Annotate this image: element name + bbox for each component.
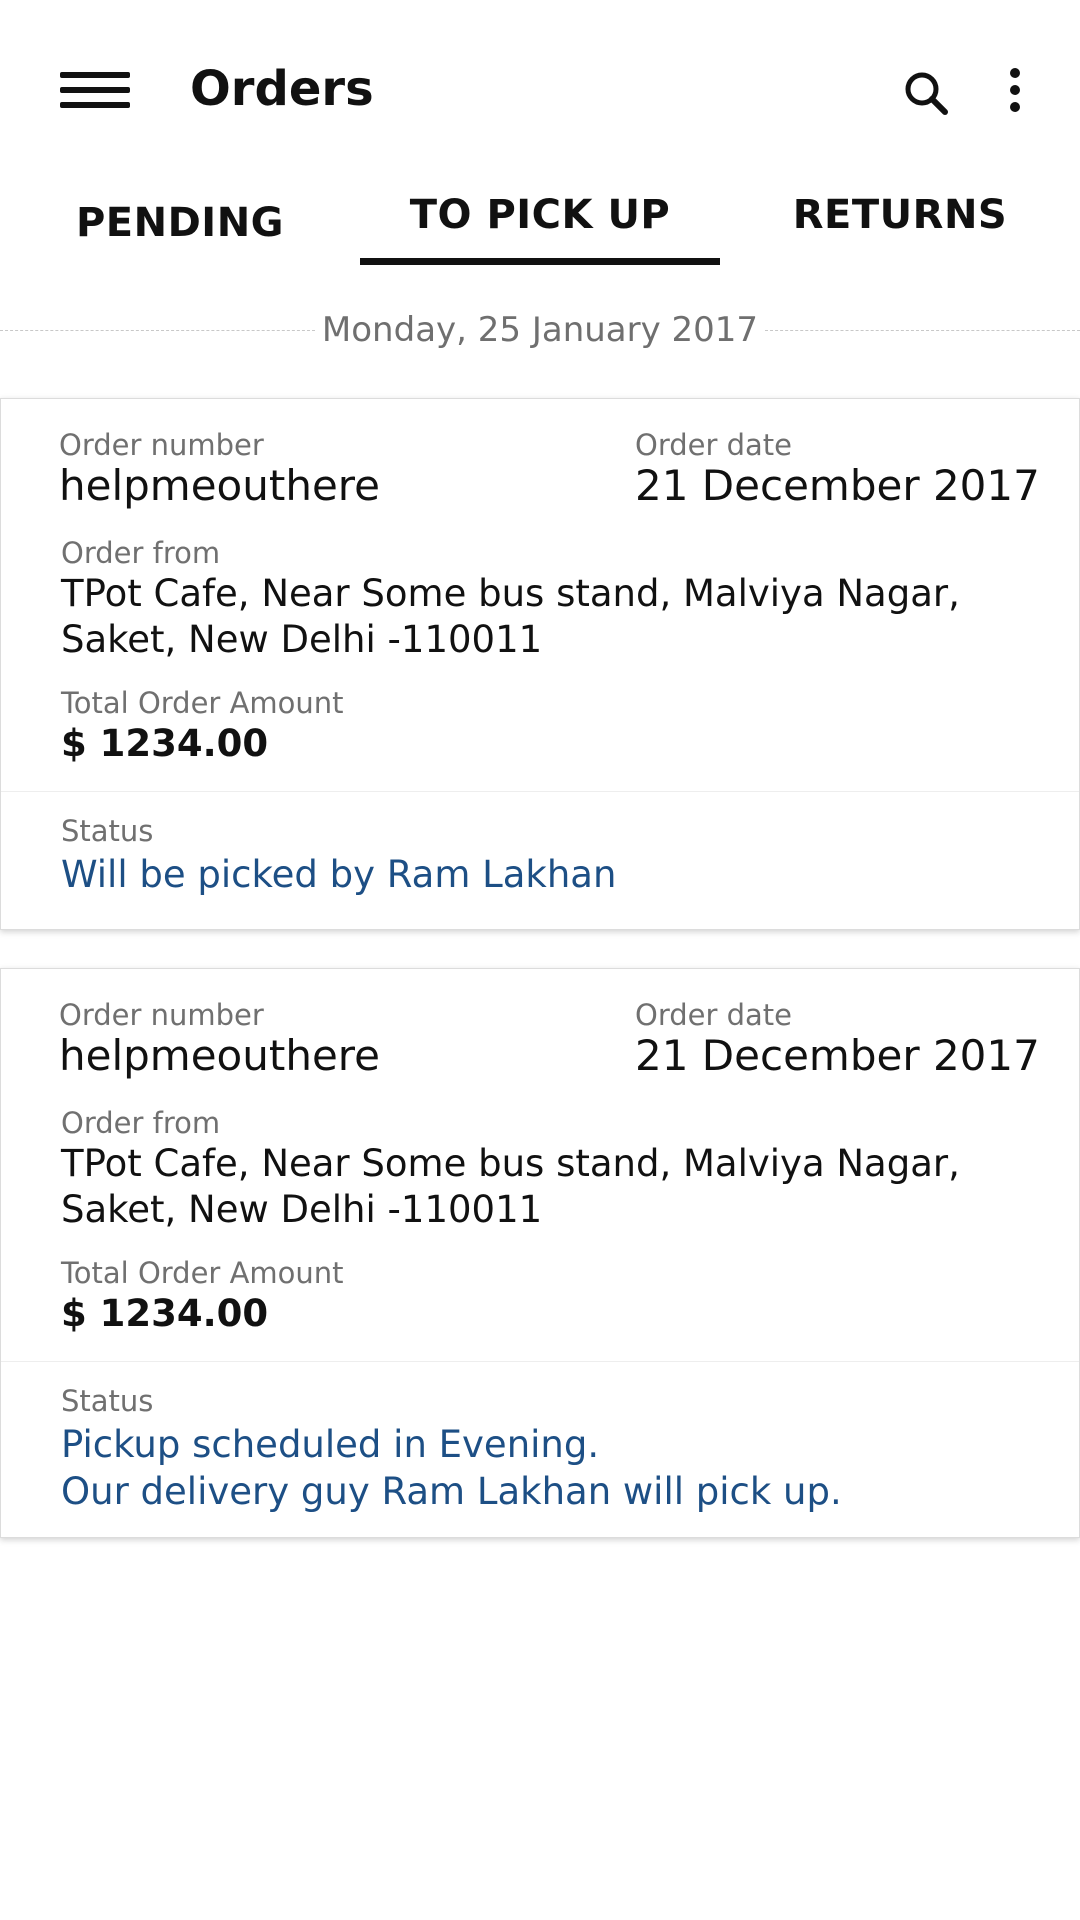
date-group-header: Monday, 25 January 2017	[0, 300, 1080, 360]
tab-pending[interactable]: PENDING	[0, 188, 360, 278]
order-from-label: Order from	[61, 1106, 221, 1140]
order-number-label: Order number	[59, 428, 264, 462]
order-from-address-line1: TPot Cafe, Near Some bus stand, Malviya …	[61, 1142, 960, 1185]
status-label: Status	[61, 1384, 154, 1418]
order-from-address-line2: Saket, New Delhi -110011	[61, 1188, 543, 1231]
status-value: Will be picked by Ram Lakhan	[61, 853, 617, 896]
search-icon[interactable]	[895, 62, 959, 126]
divider-line	[0, 330, 315, 331]
total-amount-value: $ 1234.00	[61, 722, 269, 765]
order-card[interactable]: Order number helpmeouthere Order date 21…	[0, 968, 1080, 1538]
date-group-label: Monday, 25 January 2017	[321, 310, 759, 350]
order-date-value: 21 December 2017	[635, 1031, 1040, 1080]
order-from-label: Order from	[61, 536, 221, 570]
order-number-value: helpmeouthere	[59, 461, 380, 510]
menu-icon-bar	[60, 102, 130, 108]
order-number-value: helpmeouthere	[59, 1031, 380, 1080]
card-divider	[1, 1361, 1079, 1362]
order-number-label: Order number	[59, 998, 264, 1032]
more-vertical-icon[interactable]	[990, 62, 1040, 126]
order-date-value: 21 December 2017	[635, 461, 1040, 510]
menu-icon[interactable]	[48, 60, 144, 120]
tab-returns[interactable]: RETURNS	[720, 180, 1080, 270]
page-title: Orders	[190, 61, 374, 117]
status-value-line1: Pickup scheduled in Evening.	[61, 1423, 600, 1466]
order-tabs: PENDING TO PICK UP RETURNS	[0, 180, 1080, 270]
total-amount-label: Total Order Amount	[61, 1256, 344, 1290]
more-dot	[1010, 68, 1020, 78]
app-bar: Orders	[0, 0, 1080, 180]
order-from-address-line2: Saket, New Delhi -110011	[61, 618, 543, 661]
more-dot	[1010, 85, 1020, 95]
order-date-label: Order date	[635, 428, 793, 462]
tab-to-pick-up[interactable]: TO PICK UP	[360, 180, 720, 270]
status-label: Status	[61, 814, 154, 848]
total-amount-label: Total Order Amount	[61, 686, 344, 720]
order-from-address-line1: TPot Cafe, Near Some bus stand, Malviya …	[61, 572, 960, 615]
active-tab-indicator	[360, 258, 720, 265]
menu-icon-bar	[60, 72, 130, 78]
divider-line	[765, 330, 1080, 331]
order-date-label: Order date	[635, 998, 793, 1032]
order-card[interactable]: Order number helpmeouthere Order date 21…	[0, 398, 1080, 930]
menu-icon-bar	[60, 87, 130, 93]
card-divider	[1, 791, 1079, 792]
more-dot	[1010, 102, 1020, 112]
status-value-line2: Our delivery guy Ram Lakhan will pick up…	[61, 1470, 842, 1513]
total-amount-value: $ 1234.00	[61, 1292, 269, 1335]
